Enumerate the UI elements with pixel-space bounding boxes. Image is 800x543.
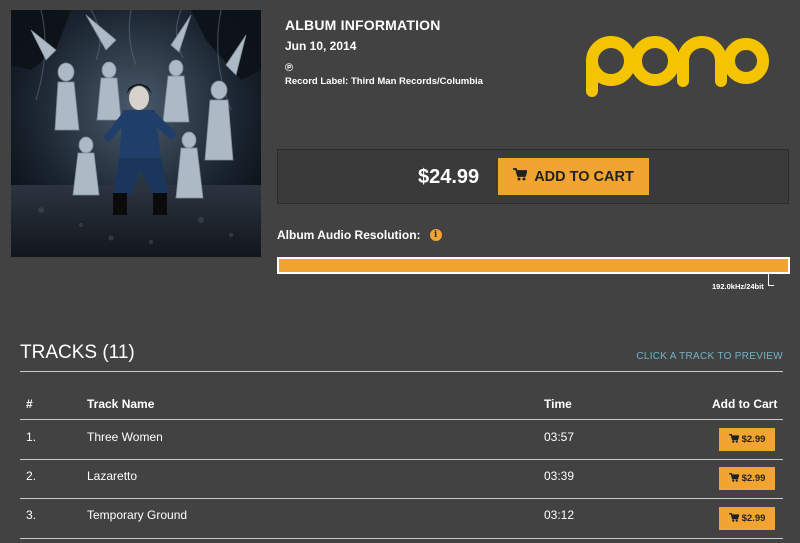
table-row[interactable]: 1. Three Women 03:57 $2.99 (20, 420, 783, 459)
buy-track-button[interactable]: $2.99 (719, 467, 775, 490)
add-to-cart-button[interactable]: ADD TO CART (498, 158, 649, 195)
album-information: ALBUM INFORMATION Jun 10, 2014 ℗ Record … (285, 17, 483, 87)
tracks-divider (20, 371, 783, 372)
cart-icon (728, 472, 740, 485)
track-number: 2. (26, 469, 37, 483)
album-price: $24.99 (418, 166, 480, 188)
preview-hint-link[interactable]: CLICK A TRACK TO PREVIEW (636, 351, 783, 362)
track-time: 03:39 (544, 469, 575, 483)
track-price: $2.99 (741, 434, 766, 445)
audio-resolution-label: Album Audio Resolution: i (277, 228, 442, 242)
cart-icon (513, 168, 528, 185)
phonogram-icon: ℗ (285, 62, 294, 74)
record-label: Record Label: Third Man Records/Columbia (285, 76, 483, 87)
column-header-time: Time (544, 397, 572, 411)
row-divider (20, 538, 783, 539)
audio-resolution-value: 192.0kHz/24bit (712, 282, 764, 291)
track-time: 03:12 (544, 508, 575, 522)
pono-logo (583, 33, 769, 104)
add-to-cart-label: ADD TO CART (534, 168, 634, 185)
release-date: Jun 10, 2014 (285, 39, 357, 53)
buy-track-button[interactable]: $2.99 (719, 507, 775, 530)
table-row[interactable]: 3. Temporary Ground 03:12 $2.99 (20, 499, 783, 538)
audio-resolution-text: Album Audio Resolution: (277, 228, 421, 242)
track-number: 1. (26, 430, 37, 444)
album-info-heading: ALBUM INFORMATION (285, 17, 441, 33)
column-header-add-to-cart: Add to Cart (712, 397, 778, 411)
table-row[interactable]: 2. Lazaretto 03:39 $2.99 (20, 460, 783, 499)
track-time: 03:57 (544, 430, 575, 444)
album-cover-image (11, 10, 261, 257)
track-name: Temporary Ground (87, 508, 188, 522)
track-price: $2.99 (741, 513, 766, 524)
column-header-track-name: Track Name (87, 397, 155, 411)
track-price: $2.99 (741, 473, 766, 484)
cart-icon (728, 512, 740, 525)
resolution-marker-foot (768, 285, 774, 286)
track-name: Three Women (87, 430, 163, 444)
track-number: 3. (26, 508, 37, 522)
tracks-heading: TRACKS (11) (20, 342, 135, 363)
audio-resolution-bar-fill (279, 259, 788, 272)
buy-track-button[interactable]: $2.99 (719, 428, 775, 451)
column-header-number: # (26, 397, 33, 411)
audio-resolution-bar (277, 257, 790, 274)
track-name: Lazaretto (87, 469, 138, 483)
info-icon[interactable]: i (429, 229, 442, 241)
purchase-panel: $24.99 ADD TO CART (277, 149, 789, 204)
cart-icon (728, 433, 740, 446)
